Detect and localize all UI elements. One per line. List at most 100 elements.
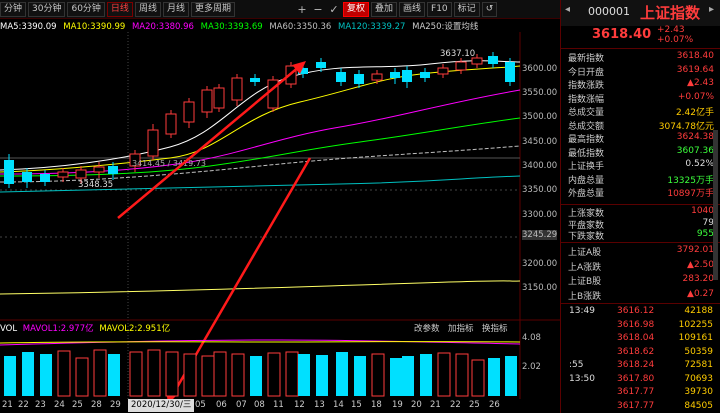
period-more-button[interactable]: 更多周期: [190, 1, 235, 17]
zoom-in-icon[interactable]: +: [295, 3, 309, 16]
tick-time: :55: [569, 360, 584, 370]
candle: [93, 166, 105, 173]
date-label: 08: [254, 400, 265, 410]
tick-volume: 50359: [684, 346, 713, 357]
overlay-button[interactable]: 叠加: [371, 1, 398, 17]
tick-price: 3616.12: [617, 306, 655, 316]
stat-value: ▲0.27: [687, 288, 714, 299]
panel-header: ◂ 000001 上证指数 ▸: [561, 0, 720, 26]
date-label: 24: [54, 400, 65, 410]
ma30-label: MA30:3393.69: [200, 22, 263, 32]
stat-row: 内盘总量 13325万手: [568, 173, 714, 186]
axis-label-3550: 3550.00: [522, 88, 558, 98]
candle: [402, 70, 412, 82]
candles-group: [4, 52, 515, 188]
candle: [75, 169, 87, 179]
change-value: +2.43: [657, 25, 685, 35]
tick-price: 3618.24: [617, 360, 655, 370]
tick-row: 3616.98 102255: [561, 320, 720, 332]
index-name: 上证指数: [640, 4, 701, 22]
stat-label: 上证换手: [568, 162, 605, 172]
check-icon[interactable]: ✓: [327, 3, 341, 16]
stat-row: 最新指数 3618.40: [568, 51, 714, 64]
stat-row: 上证换手 0.52%: [568, 159, 714, 172]
volume-bar: [57, 350, 71, 397]
candle: [213, 87, 225, 109]
volume-bar: [108, 354, 120, 396]
date-label: 20: [411, 400, 422, 410]
ma10-label: MA10:3390.99: [63, 22, 126, 32]
tick-row: 3617.77 39730: [561, 387, 720, 399]
tick-price: 3616.98: [617, 319, 655, 330]
stat-label: 总成交额: [568, 121, 605, 132]
axis-label-3200: 3200.00: [522, 259, 558, 269]
price-change: +2.43 +0.07%: [657, 25, 693, 45]
tick-row: 13:50 3617.80 70693: [561, 374, 720, 386]
candle: [390, 72, 400, 78]
switch-indicator-button[interactable]: 换指标: [482, 322, 508, 334]
volume-bar: [201, 355, 215, 397]
stat-row: 上B涨跌 ▲0.27: [568, 288, 714, 302]
period-weekly-button[interactable]: 周线: [134, 1, 161, 17]
zoom-out-icon[interactable]: −: [311, 3, 325, 16]
adjust-button[interactable]: 复权: [342, 1, 369, 17]
candlestick-chart[interactable]: 3637.10 3348.35 3414.45 / 3419.73: [0, 32, 560, 399]
tick-row: 3618.62 50359: [561, 347, 720, 359]
volume-bar: [455, 353, 469, 397]
volume-bar: [250, 356, 262, 396]
ma250-label[interactable]: MA250:设置均线: [412, 22, 478, 32]
tick-volume: 72581: [684, 360, 713, 370]
axis-label-3400: 3400.00: [522, 161, 558, 171]
mavol2-label: MAVOL2:2.951亿: [99, 324, 171, 334]
volume-bar: [147, 349, 161, 397]
date-label: 23: [35, 400, 46, 410]
candle: [183, 101, 195, 123]
index-code: 000001: [588, 5, 630, 18]
draw-line-button[interactable]: 画线: [399, 1, 426, 17]
axis-label-3600: 3600.00: [522, 64, 558, 74]
current-date-badge: 2020/12/30/三: [128, 399, 195, 412]
candle: [371, 73, 383, 81]
volume-bar: [75, 357, 89, 397]
stat-row: 指数涨跌 ▲2.43: [568, 78, 714, 91]
period-30min-button[interactable]: 30分钟: [28, 1, 66, 17]
candle: [488, 56, 498, 64]
stat-value: 10897万手: [667, 189, 714, 199]
period-daily-button[interactable]: 日线: [106, 1, 133, 17]
volume-bar: [298, 354, 310, 396]
scrollbar[interactable]: [713, 130, 718, 280]
stat-row: 最低指数 3607.36: [568, 145, 714, 159]
volume-bar: [505, 356, 517, 396]
stat-row: 上证A股 3792.01: [568, 245, 714, 258]
divider: [561, 303, 720, 304]
candle: [316, 62, 326, 68]
date-label: 12: [294, 400, 305, 410]
refresh-icon[interactable]: ↺: [481, 1, 498, 17]
stat-value: 3607.36: [676, 145, 714, 156]
volume-bar: [336, 352, 348, 396]
stat-value: 2.42亿手: [675, 108, 714, 118]
tick-volume: 39730: [684, 387, 713, 397]
tick-volume: 42188: [684, 306, 713, 316]
stat-row: 上涨家数 1040: [568, 206, 714, 219]
stat-row: 最高指数 3624.38: [568, 132, 714, 145]
f10-button[interactable]: F10: [427, 1, 452, 17]
tick-volume: 70693: [684, 373, 713, 384]
period-monthly-button[interactable]: 月线: [162, 1, 189, 17]
next-icon[interactable]: ▸: [709, 4, 714, 15]
period-minute-button[interactable]: 分钟: [0, 1, 27, 17]
prev-icon[interactable]: ◂: [565, 4, 570, 15]
volume-bar: [165, 351, 179, 397]
add-indicator-button[interactable]: 加指标: [448, 322, 474, 334]
volume-bar: [285, 351, 299, 397]
change-params-button[interactable]: 改参数: [414, 322, 440, 334]
vol-axis-label-low: 2.02: [522, 362, 541, 372]
candle: [57, 171, 69, 178]
stat-label: 上B涨跌: [568, 291, 602, 302]
divider: [561, 242, 720, 243]
mark-button[interactable]: 标记: [453, 1, 480, 17]
ma20-line: [0, 89, 521, 175]
stat-label: 总成交量: [568, 108, 605, 118]
stat-value: +0.07%: [677, 91, 714, 102]
period-60min-button[interactable]: 60分钟: [67, 1, 105, 17]
